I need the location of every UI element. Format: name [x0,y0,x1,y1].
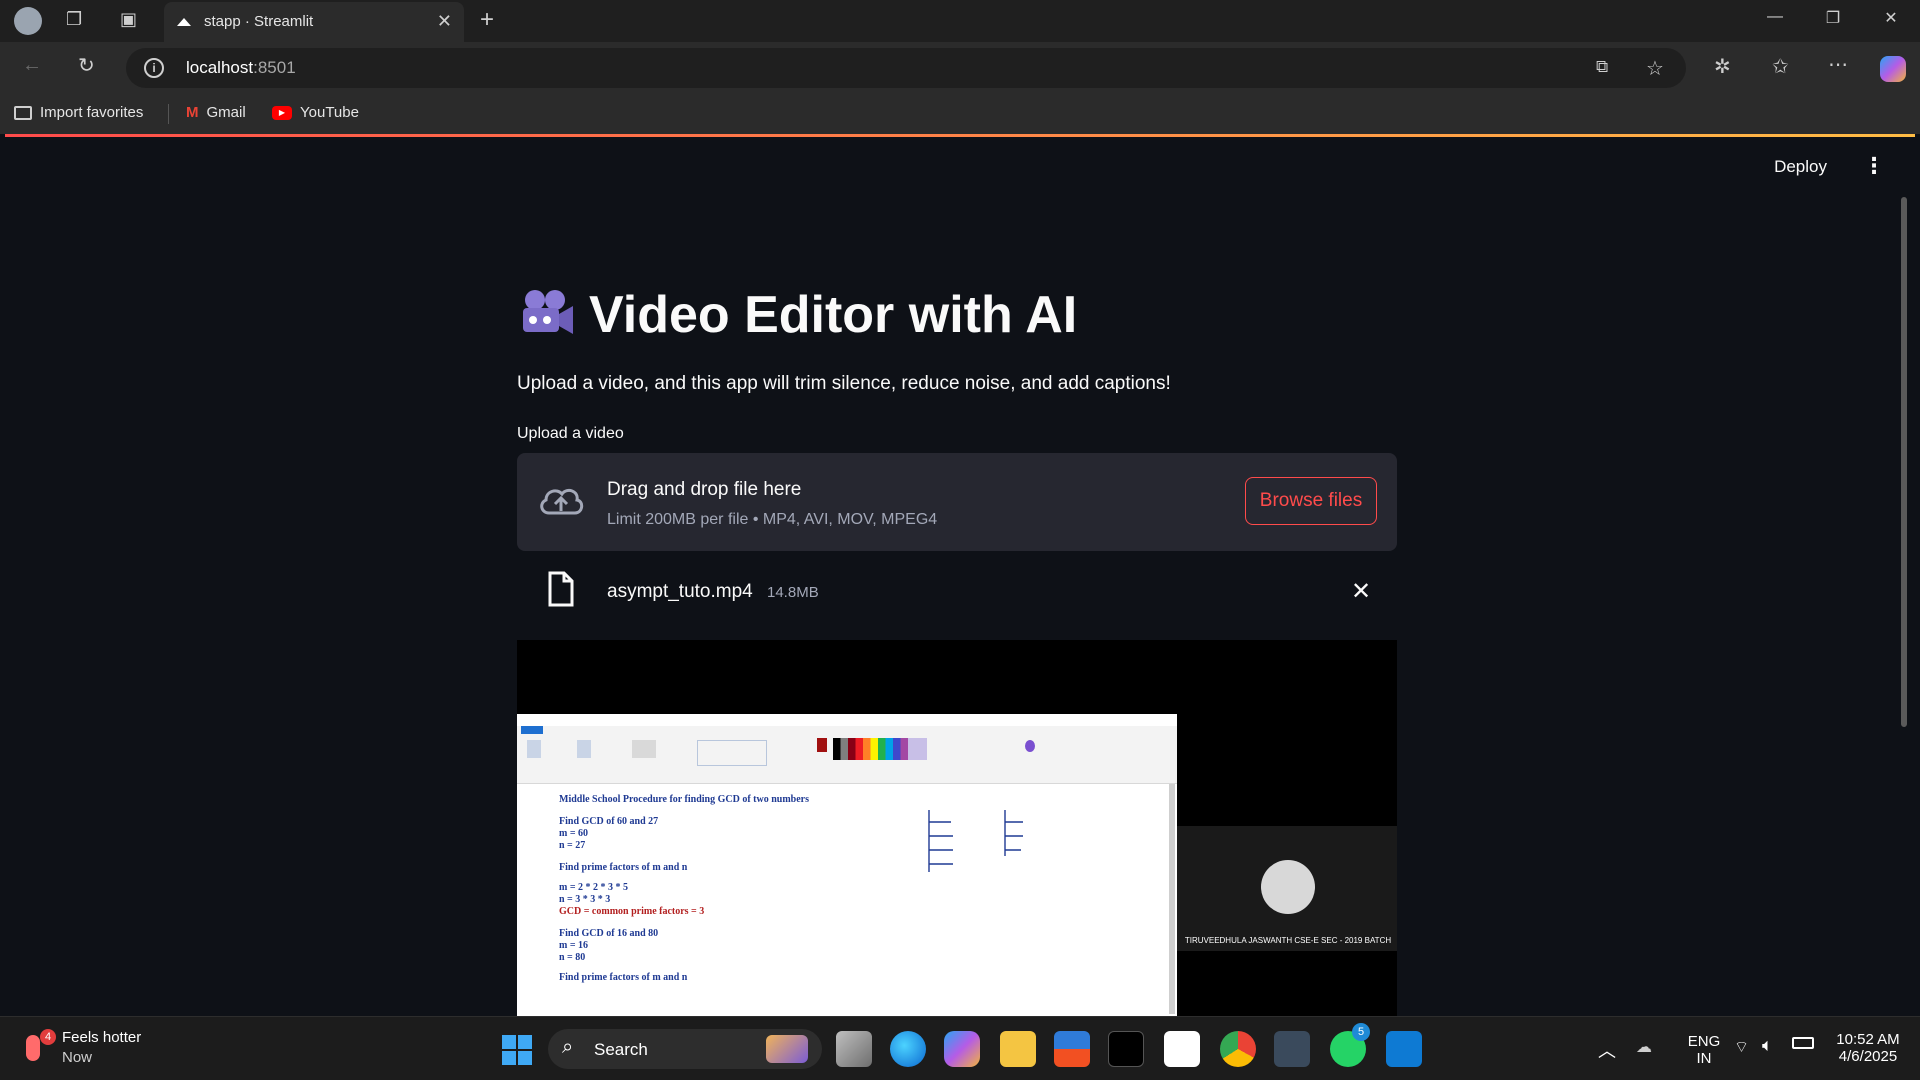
onedrive-icon[interactable]: ☁ [1636,1037,1652,1057]
cloud-upload-icon [540,488,584,515]
search-highlight-icon [766,1035,808,1063]
browser-titlebar: ❐ ▣ stapp · Streamlit ✕ + — ❐ ✕ [0,0,1920,42]
task-view-icon[interactable] [836,1031,872,1067]
paint-ribbon [517,714,1177,784]
page-scrollbar[interactable] [1901,197,1907,727]
copilot-icon[interactable] [1880,56,1906,82]
chrome-icon[interactable] [1220,1031,1256,1067]
webcam-caption: TIRUVEEDHULA JASWANTH CSE-E SEC - 2019 B… [1184,936,1392,945]
tab-title: stapp · Streamlit [204,13,314,30]
taskbar-search[interactable]: ⌕ Search [548,1029,822,1069]
tray-chevron-icon[interactable]: ︿ [1598,1037,1616,1063]
window-close-icon[interactable]: ✕ [1876,8,1906,28]
weather-title: Feels hotter [62,1029,142,1046]
refresh-icon[interactable]: ↻ [78,53,95,78]
gmail-icon: M [186,104,199,121]
main-menu-icon[interactable]: ⋮ [1863,153,1885,179]
app-available-icon[interactable]: ⧉ [1596,57,1608,77]
video-player[interactable]: Middle School Procedure for finding GCD … [517,640,1397,1019]
file-dropzone[interactable]: Drag and drop file here Limit 200MB per … [517,453,1397,551]
extensions-icon[interactable]: ✲ [1714,54,1731,79]
wifi-icon[interactable]: ⌔ [1734,1037,1749,1057]
copilot-taskbar-icon[interactable] [944,1031,980,1067]
thermometer-icon [26,1035,40,1061]
handwritten-division [928,810,1023,872]
presenter-avatar [1261,860,1315,914]
video-notes-text: Middle School Procedure for finding GCD … [559,794,810,983]
webcam-overlay: TIRUVEEDHULA JASWANTH CSE-E SEC - 2019 B… [1177,826,1397,951]
bookmark-import-favorites[interactable]: Import favorites [14,104,143,121]
battery-icon[interactable] [1792,1037,1814,1049]
workspaces-icon[interactable]: ❐ [66,9,82,30]
file-explorer-icon[interactable] [1000,1031,1036,1067]
favorite-star-icon[interactable]: ☆ [1646,56,1664,81]
remove-file-icon[interactable]: ✕ [1351,577,1371,606]
youtube-icon: ▶ [272,105,292,120]
new-tab-icon[interactable]: + [480,6,494,34]
weather-badge: 4 [40,1029,56,1045]
file-size: 14.8MB [767,584,819,601]
windows-taskbar: 4 Feels hotter Now ⌕ Search 5 ︿ ☁ ENG IN… [0,1016,1920,1080]
page-title: Video Editor with AI [517,285,1077,345]
profile-avatar[interactable] [14,7,42,35]
back-icon[interactable]: ← [22,54,42,77]
uploaded-file-item: asympt_tuto.mp4 14.8MB ✕ [517,567,1397,617]
bookmark-divider [168,104,169,124]
tab-close-icon[interactable]: ✕ [437,11,452,32]
weather-sub: Now [62,1049,93,1066]
whatsapp-badge: 5 [1352,1023,1370,1041]
more-options-icon[interactable]: ⋯ [1828,52,1848,77]
movie-camera-icon [523,290,573,334]
windows-start-icon[interactable] [502,1035,532,1065]
page-subtitle: Upload a video, and this app will trim s… [517,373,1171,394]
address-bar[interactable]: i localhost:8501 ⧉ ☆ [126,48,1686,88]
store-icon[interactable] [1054,1031,1090,1067]
streamlit-page: Deploy ⋮ Video Editor with AI Upload a v… [5,134,1915,1019]
site-info-icon[interactable]: i [144,58,164,78]
vscode-icon[interactable] [1386,1031,1422,1067]
search-icon: ⌕ [562,1036,574,1058]
tab-actions-icon[interactable]: ▣ [120,9,137,30]
language-indicator[interactable]: ENG IN [1680,1033,1728,1067]
address-bar-row: ← ↻ i localhost:8501 ⧉ ☆ ✲ ✩ ⋯ [0,42,1920,94]
upload-label: Upload a video [517,425,624,442]
bookmark-youtube[interactable]: ▶ YouTube [272,104,359,121]
notion-icon[interactable] [1164,1031,1200,1067]
clock[interactable]: 10:52 AM 4/6/2025 [1826,1031,1910,1065]
minimize-icon[interactable]: — [1760,8,1790,26]
paint-scrollbar [1169,784,1175,1014]
bookmarks-bar: Import favorites M Gmail ▶ YouTube [0,94,1920,134]
file-name: asympt_tuto.mp4 [607,581,753,602]
url-text[interactable]: localhost:8501 [186,58,296,78]
dropzone-instructions: Drag and drop file here [607,479,802,500]
deploy-button[interactable]: Deploy [1774,157,1827,177]
tab-stapp[interactable]: stapp · Streamlit ✕ [164,2,464,42]
streamlit-icon [177,18,191,26]
bookmark-gmail[interactable]: M Gmail [186,104,246,121]
favorites-icon[interactable]: ✩ [1772,54,1789,79]
import-icon [14,105,32,120]
browse-files-button[interactable]: Browse files [1245,477,1377,525]
edge-icon[interactable] [890,1031,926,1067]
dropzone-limits: Limit 200MB per file • MP4, AVI, MOV, MP… [607,511,938,528]
volume-icon[interactable]: 🔈︎ [1762,1035,1773,1056]
file-icon [548,571,574,607]
snipping-tool-icon[interactable] [1274,1031,1310,1067]
video-frame-paint-window: Middle School Procedure for finding GCD … [517,714,1177,1019]
restore-icon[interactable]: ❐ [1818,8,1848,28]
capcut-icon[interactable] [1108,1031,1144,1067]
